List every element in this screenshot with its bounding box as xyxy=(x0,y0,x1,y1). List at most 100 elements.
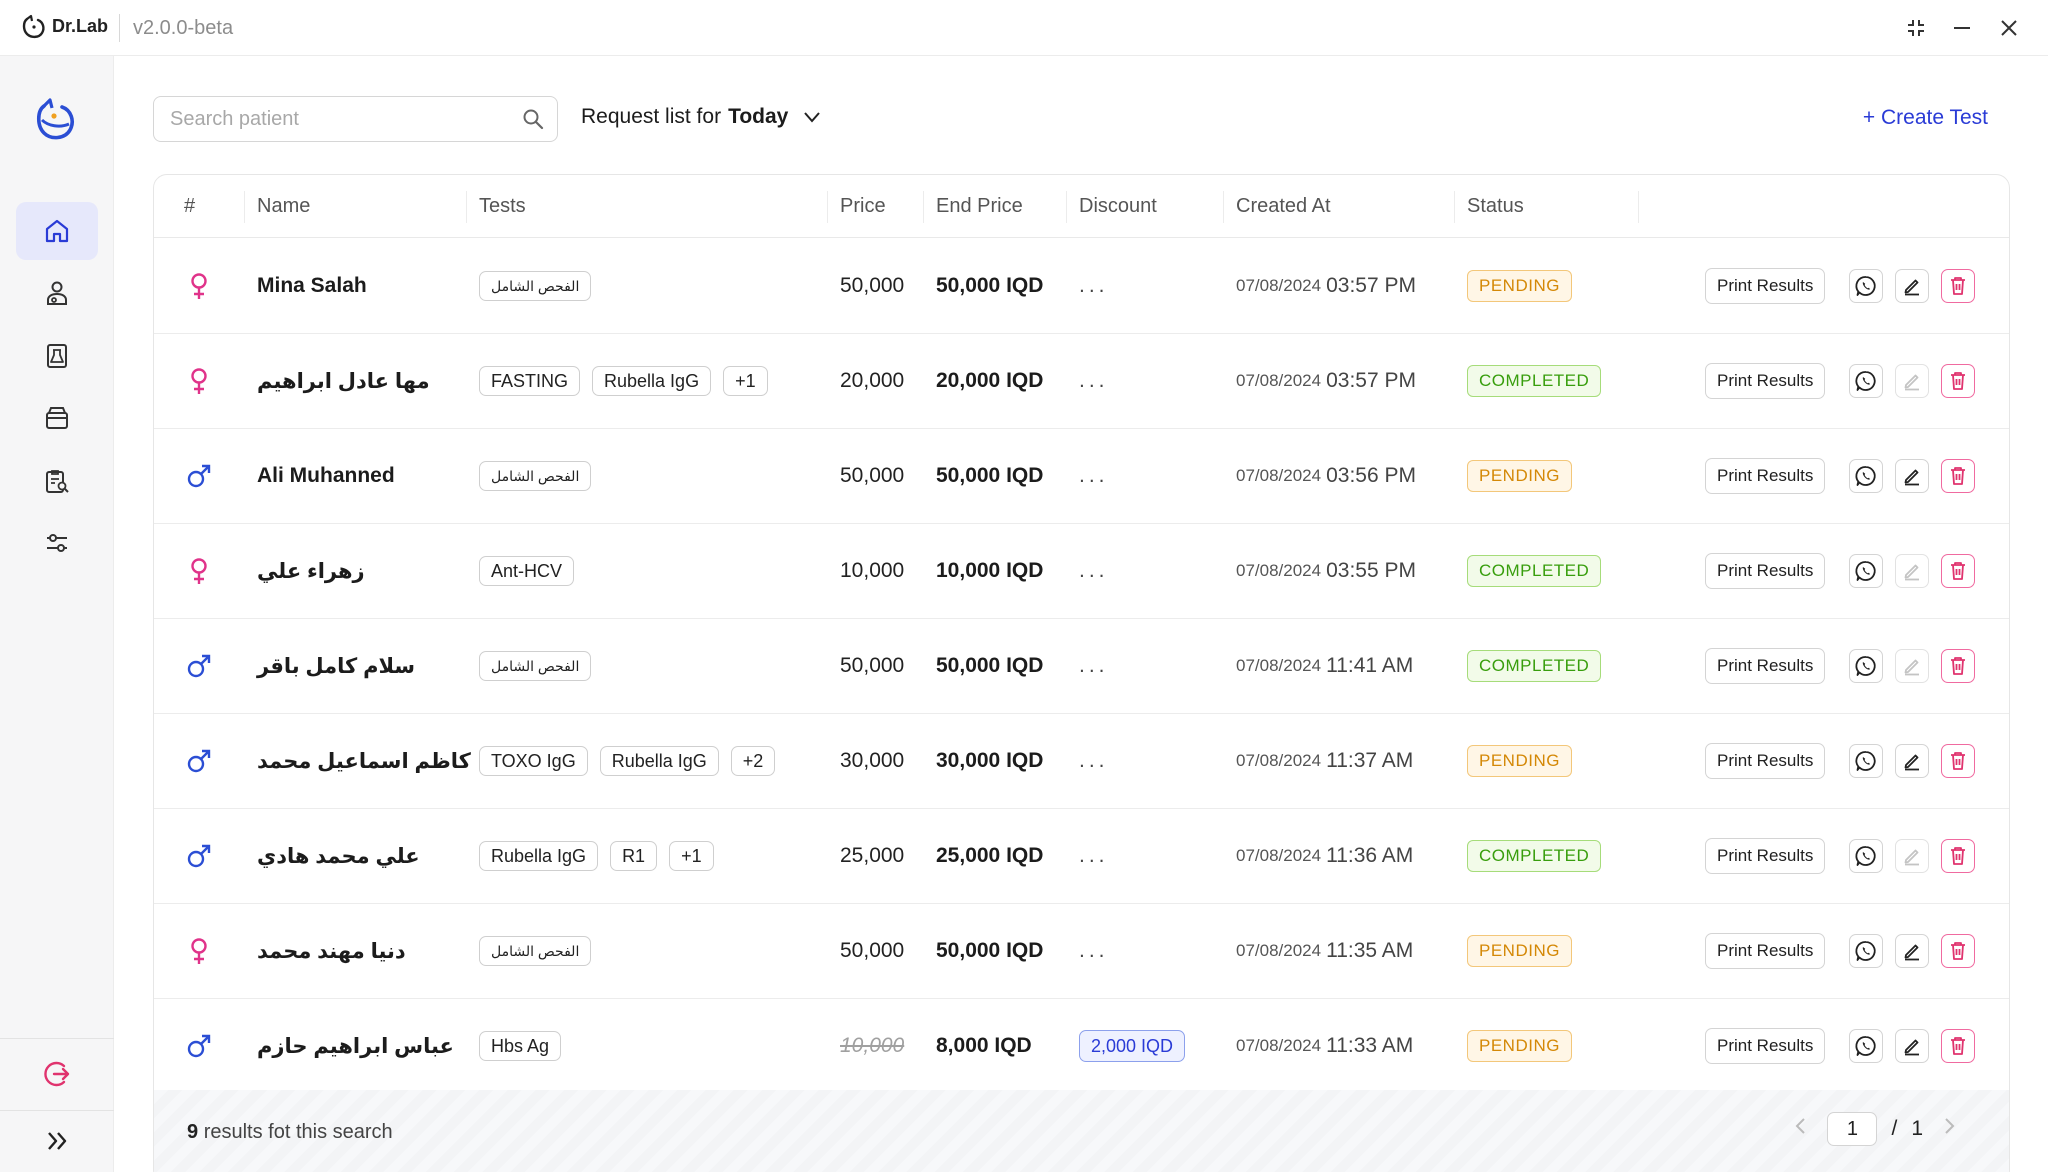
table-row[interactable]: زهراء علي Ant-HCV 10,000 10,000 IQD... 07/08… xyxy=(154,524,2009,619)
delete-button[interactable] xyxy=(1941,459,1976,493)
whatsapp-button[interactable] xyxy=(1849,744,1884,778)
search-icon[interactable] xyxy=(521,107,545,131)
print-results-button[interactable]: Print Results xyxy=(1705,268,1826,304)
gender-cell xyxy=(184,619,214,713)
print-results-button[interactable]: Print Results xyxy=(1705,553,1826,589)
delete-button[interactable] xyxy=(1941,649,1976,683)
sidebar-item-results[interactable] xyxy=(16,452,98,510)
whatsapp-button[interactable] xyxy=(1849,649,1884,683)
test-tag[interactable]: +1 xyxy=(669,841,714,871)
whatsapp-button[interactable] xyxy=(1849,364,1884,398)
table-row[interactable]: Mina Salah الفحص الشامل 50,000 50,000 IQD..… xyxy=(154,239,2009,334)
table-row[interactable]: سلام كامل باقر الفحص الشامل 50,000 50,000 I… xyxy=(154,619,2009,714)
sidebar-item-tests[interactable] xyxy=(16,327,98,385)
table-footer: 9 results fot this search 1 / 1 xyxy=(154,1090,2009,1172)
status-cell: COMPLETED xyxy=(1467,334,1602,428)
create-test-button[interactable]: + Create Test xyxy=(1863,106,1988,130)
patient-name: زهراء علي xyxy=(257,559,365,583)
test-tag: الفحص الشامل xyxy=(479,936,592,966)
edit-button[interactable] xyxy=(1895,744,1930,778)
row-actions: Print Results xyxy=(1705,334,1976,428)
box-icon xyxy=(46,407,68,429)
delete-button[interactable] xyxy=(1941,269,1976,303)
next-page-button[interactable] xyxy=(1937,1117,1961,1141)
whatsapp-icon xyxy=(1855,1036,1876,1056)
page-input[interactable]: 1 xyxy=(1827,1112,1878,1146)
male-icon xyxy=(187,464,211,488)
status-badge: COMPLETED xyxy=(1467,840,1602,872)
test-tag[interactable]: +2 xyxy=(730,746,776,776)
search-input[interactable] xyxy=(170,97,510,141)
delete-button[interactable] xyxy=(1941,554,1976,588)
table-row[interactable]: دنيا مهند محمد الفحص الشامل 50,000 50,000 I… xyxy=(154,904,2009,999)
print-results-button[interactable]: Print Results xyxy=(1705,458,1826,494)
close-window-button[interactable] xyxy=(1993,12,2025,44)
request-period-dropdown[interactable]: Request list for Today xyxy=(581,105,823,129)
trash-icon xyxy=(1951,657,1966,675)
whatsapp-button[interactable] xyxy=(1849,839,1884,873)
edit-button[interactable] xyxy=(1895,934,1930,968)
sidebar-item-settings[interactable] xyxy=(16,514,98,572)
whatsapp-button[interactable] xyxy=(1849,459,1884,493)
tests-cell: Ant-HCV xyxy=(479,524,575,618)
tests-cell: الفحص الشامل xyxy=(479,239,592,333)
discount-value: ... xyxy=(1079,464,1109,487)
whatsapp-icon xyxy=(1855,846,1876,866)
end-price-value: 25,000 IQD xyxy=(936,844,1044,867)
test-tag[interactable]: +1 xyxy=(723,366,768,396)
sidebar-item-home[interactable] xyxy=(16,202,98,260)
male-icon xyxy=(187,844,211,868)
table-row[interactable]: Ali Muhanned الفحص الشامل 50,000 50,000 IQD… xyxy=(154,429,2009,524)
print-results-button[interactable]: Print Results xyxy=(1705,933,1826,969)
trash-icon xyxy=(1951,1037,1966,1055)
discount-cell: ... xyxy=(1079,334,1109,428)
gender-cell xyxy=(184,999,214,1093)
whatsapp-icon xyxy=(1855,371,1876,391)
edit-button[interactable] xyxy=(1895,1029,1930,1063)
table-row[interactable]: مها عادل ابراهيم FASTING Rubella IgG +1 20,0… xyxy=(154,334,2009,429)
price-value: 25,000 xyxy=(840,844,905,867)
delete-button[interactable] xyxy=(1941,839,1976,873)
minimize-button[interactable] xyxy=(1946,12,1978,44)
price-value: 10,000 xyxy=(840,1034,905,1057)
table-row[interactable]: كاظم اسماعيل محمد TOXO IgG Rubella IgG +2 30… xyxy=(154,714,2009,809)
whatsapp-button[interactable] xyxy=(1849,554,1884,588)
print-results-button[interactable]: Print Results xyxy=(1705,363,1826,399)
delete-button[interactable] xyxy=(1941,1029,1976,1063)
price-value: 50,000 xyxy=(840,939,905,962)
delete-button[interactable] xyxy=(1941,744,1976,778)
gender-cell xyxy=(184,904,214,998)
whatsapp-button[interactable] xyxy=(1849,934,1884,968)
print-results-button[interactable]: Print Results xyxy=(1705,648,1826,684)
tests-cell: Rubella IgG R1 +1 xyxy=(479,809,714,903)
col-discount: Discount xyxy=(1079,195,1157,217)
whatsapp-button[interactable] xyxy=(1849,1029,1884,1063)
edit-button xyxy=(1895,554,1930,588)
results-count: 9 xyxy=(187,1121,199,1143)
app-brand: Dr.Lab xyxy=(52,16,109,36)
exit-fullscreen-button[interactable] xyxy=(1900,12,1932,44)
created-at-cell: 07/08/2024 11:36 AM xyxy=(1236,809,1413,903)
price-value: 20,000 xyxy=(840,369,905,392)
price-value: 10,000 xyxy=(840,559,905,582)
table-row[interactable]: علي محمد هادي Rubella IgG R1 +1 25,000 25,000… xyxy=(154,809,2009,904)
sidebar-item-patients[interactable] xyxy=(16,264,98,322)
print-results-button[interactable]: Print Results xyxy=(1705,838,1826,874)
price-value: 30,000 xyxy=(840,749,905,772)
sidebar-item-packages[interactable] xyxy=(16,389,98,447)
print-results-button[interactable]: Print Results xyxy=(1705,1028,1826,1064)
delete-button[interactable] xyxy=(1941,364,1976,398)
double-chevron-right-icon xyxy=(48,1132,67,1150)
logout-button[interactable] xyxy=(16,1045,98,1103)
delete-button[interactable] xyxy=(1941,934,1976,968)
edit-button[interactable] xyxy=(1895,269,1930,303)
table-row[interactable]: عباس ابراهيم حازم Hbs Ag 10,000 8,000 IQD 2,… xyxy=(154,999,2009,1094)
created-at-cell: 07/08/2024 11:33 AM xyxy=(1236,999,1413,1093)
requests-table: # Name Tests Price End Price Discount Cr… xyxy=(153,174,2010,1172)
whatsapp-button[interactable] xyxy=(1849,269,1884,303)
expand-sidebar-button[interactable] xyxy=(16,1112,98,1170)
edit-button[interactable] xyxy=(1895,459,1930,493)
gender-cell xyxy=(184,334,214,428)
print-results-button[interactable]: Print Results xyxy=(1705,743,1826,779)
prev-page-button[interactable] xyxy=(1789,1117,1813,1141)
